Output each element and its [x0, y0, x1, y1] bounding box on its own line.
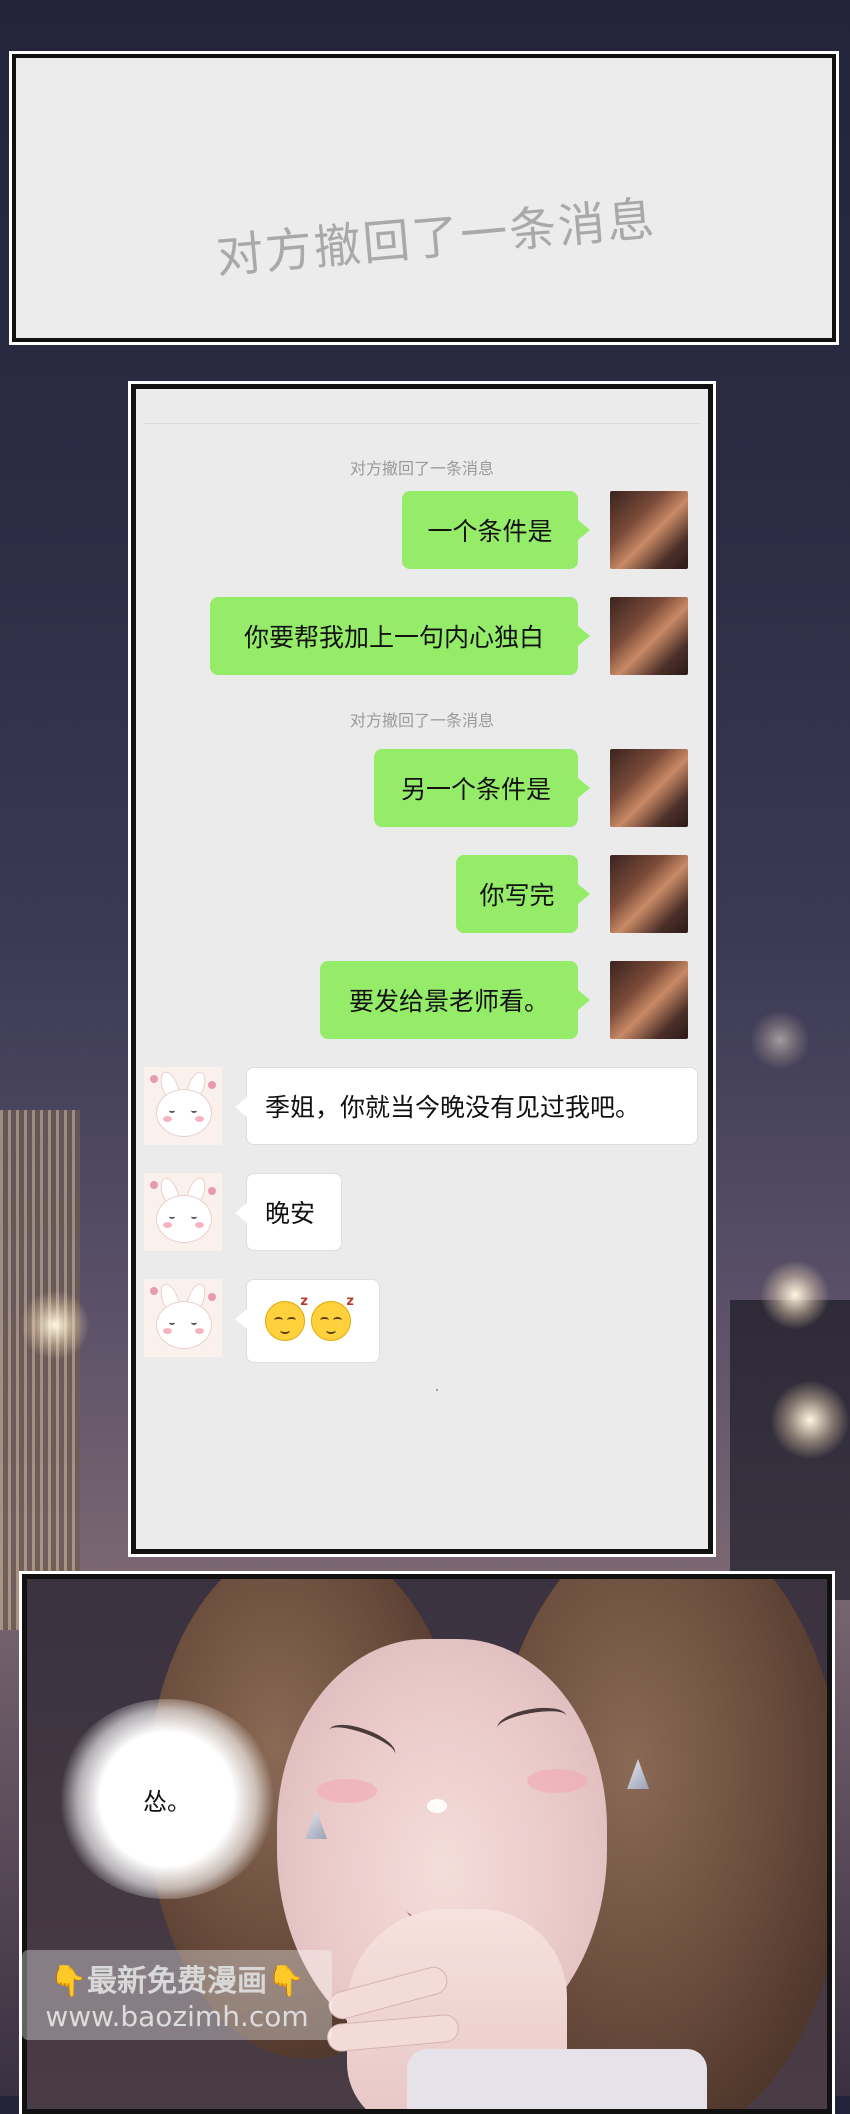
sent-message[interactable]: 要发给景老师看。 [320, 961, 590, 1039]
sender-avatar[interactable] [610, 491, 688, 569]
recall-notice-text: 对方撤回了一条消息 [214, 191, 659, 285]
bunny-avatar[interactable] [144, 1173, 222, 1251]
sender-avatar[interactable] [610, 597, 688, 675]
light-glow [750, 1010, 810, 1070]
sweater [407, 2049, 707, 2109]
light-glow [20, 1290, 90, 1360]
bunny-avatar[interactable] [144, 1067, 222, 1145]
chat-header-divider [144, 423, 700, 424]
received-message[interactable]: 季姐，你就当今晚没有见过我吧。 [235, 1067, 698, 1145]
watermark-line1: 👇最新免费漫画👇 [49, 1964, 305, 1999]
city-tower-left [0, 1110, 80, 1630]
light-glow [760, 1260, 830, 1330]
blush [317, 1779, 377, 1803]
watermark: 👇最新免费漫画👇 www.baozimh.com [22, 1950, 332, 2040]
sender-avatar[interactable] [610, 855, 688, 933]
bunny-avatar[interactable] [144, 1279, 222, 1357]
sleepy-face-icon: z [311, 1294, 354, 1341]
speech-glow: 怂。 [57, 1699, 277, 1899]
sent-message[interactable]: 你写完 [456, 855, 590, 933]
sender-avatar[interactable] [610, 961, 688, 1039]
sender-avatar[interactable] [610, 749, 688, 827]
sent-message[interactable]: 一个条件是 [402, 491, 590, 569]
system-notice: 对方撤回了一条消息 [349, 711, 494, 730]
received-message[interactable]: 晚安 [235, 1173, 342, 1251]
chat-screen: 对方撤回了一条消息 一个条件是 你要帮我加上一句内心独白 对方撤回了一条消息 另… [131, 384, 713, 1554]
sent-message[interactable]: 你要帮我加上一句内心独白 [210, 597, 590, 675]
watermark-url: www.baozimh.com [45, 2000, 309, 2033]
speech-text: 怂。 [143, 1787, 191, 1816]
stray-dot [436, 1389, 438, 1391]
recall-notice-panel: 对方撤回了一条消息 [12, 54, 836, 342]
light-glow [770, 1380, 850, 1460]
nose-highlight [427, 1799, 447, 1813]
blush [527, 1769, 587, 1793]
system-notice: 对方撤回了一条消息 [349, 459, 494, 478]
sleepy-face-icon: z [265, 1294, 308, 1341]
received-emoji-message[interactable]: z z [235, 1279, 380, 1363]
sent-message[interactable]: 另一个条件是 [374, 749, 590, 827]
